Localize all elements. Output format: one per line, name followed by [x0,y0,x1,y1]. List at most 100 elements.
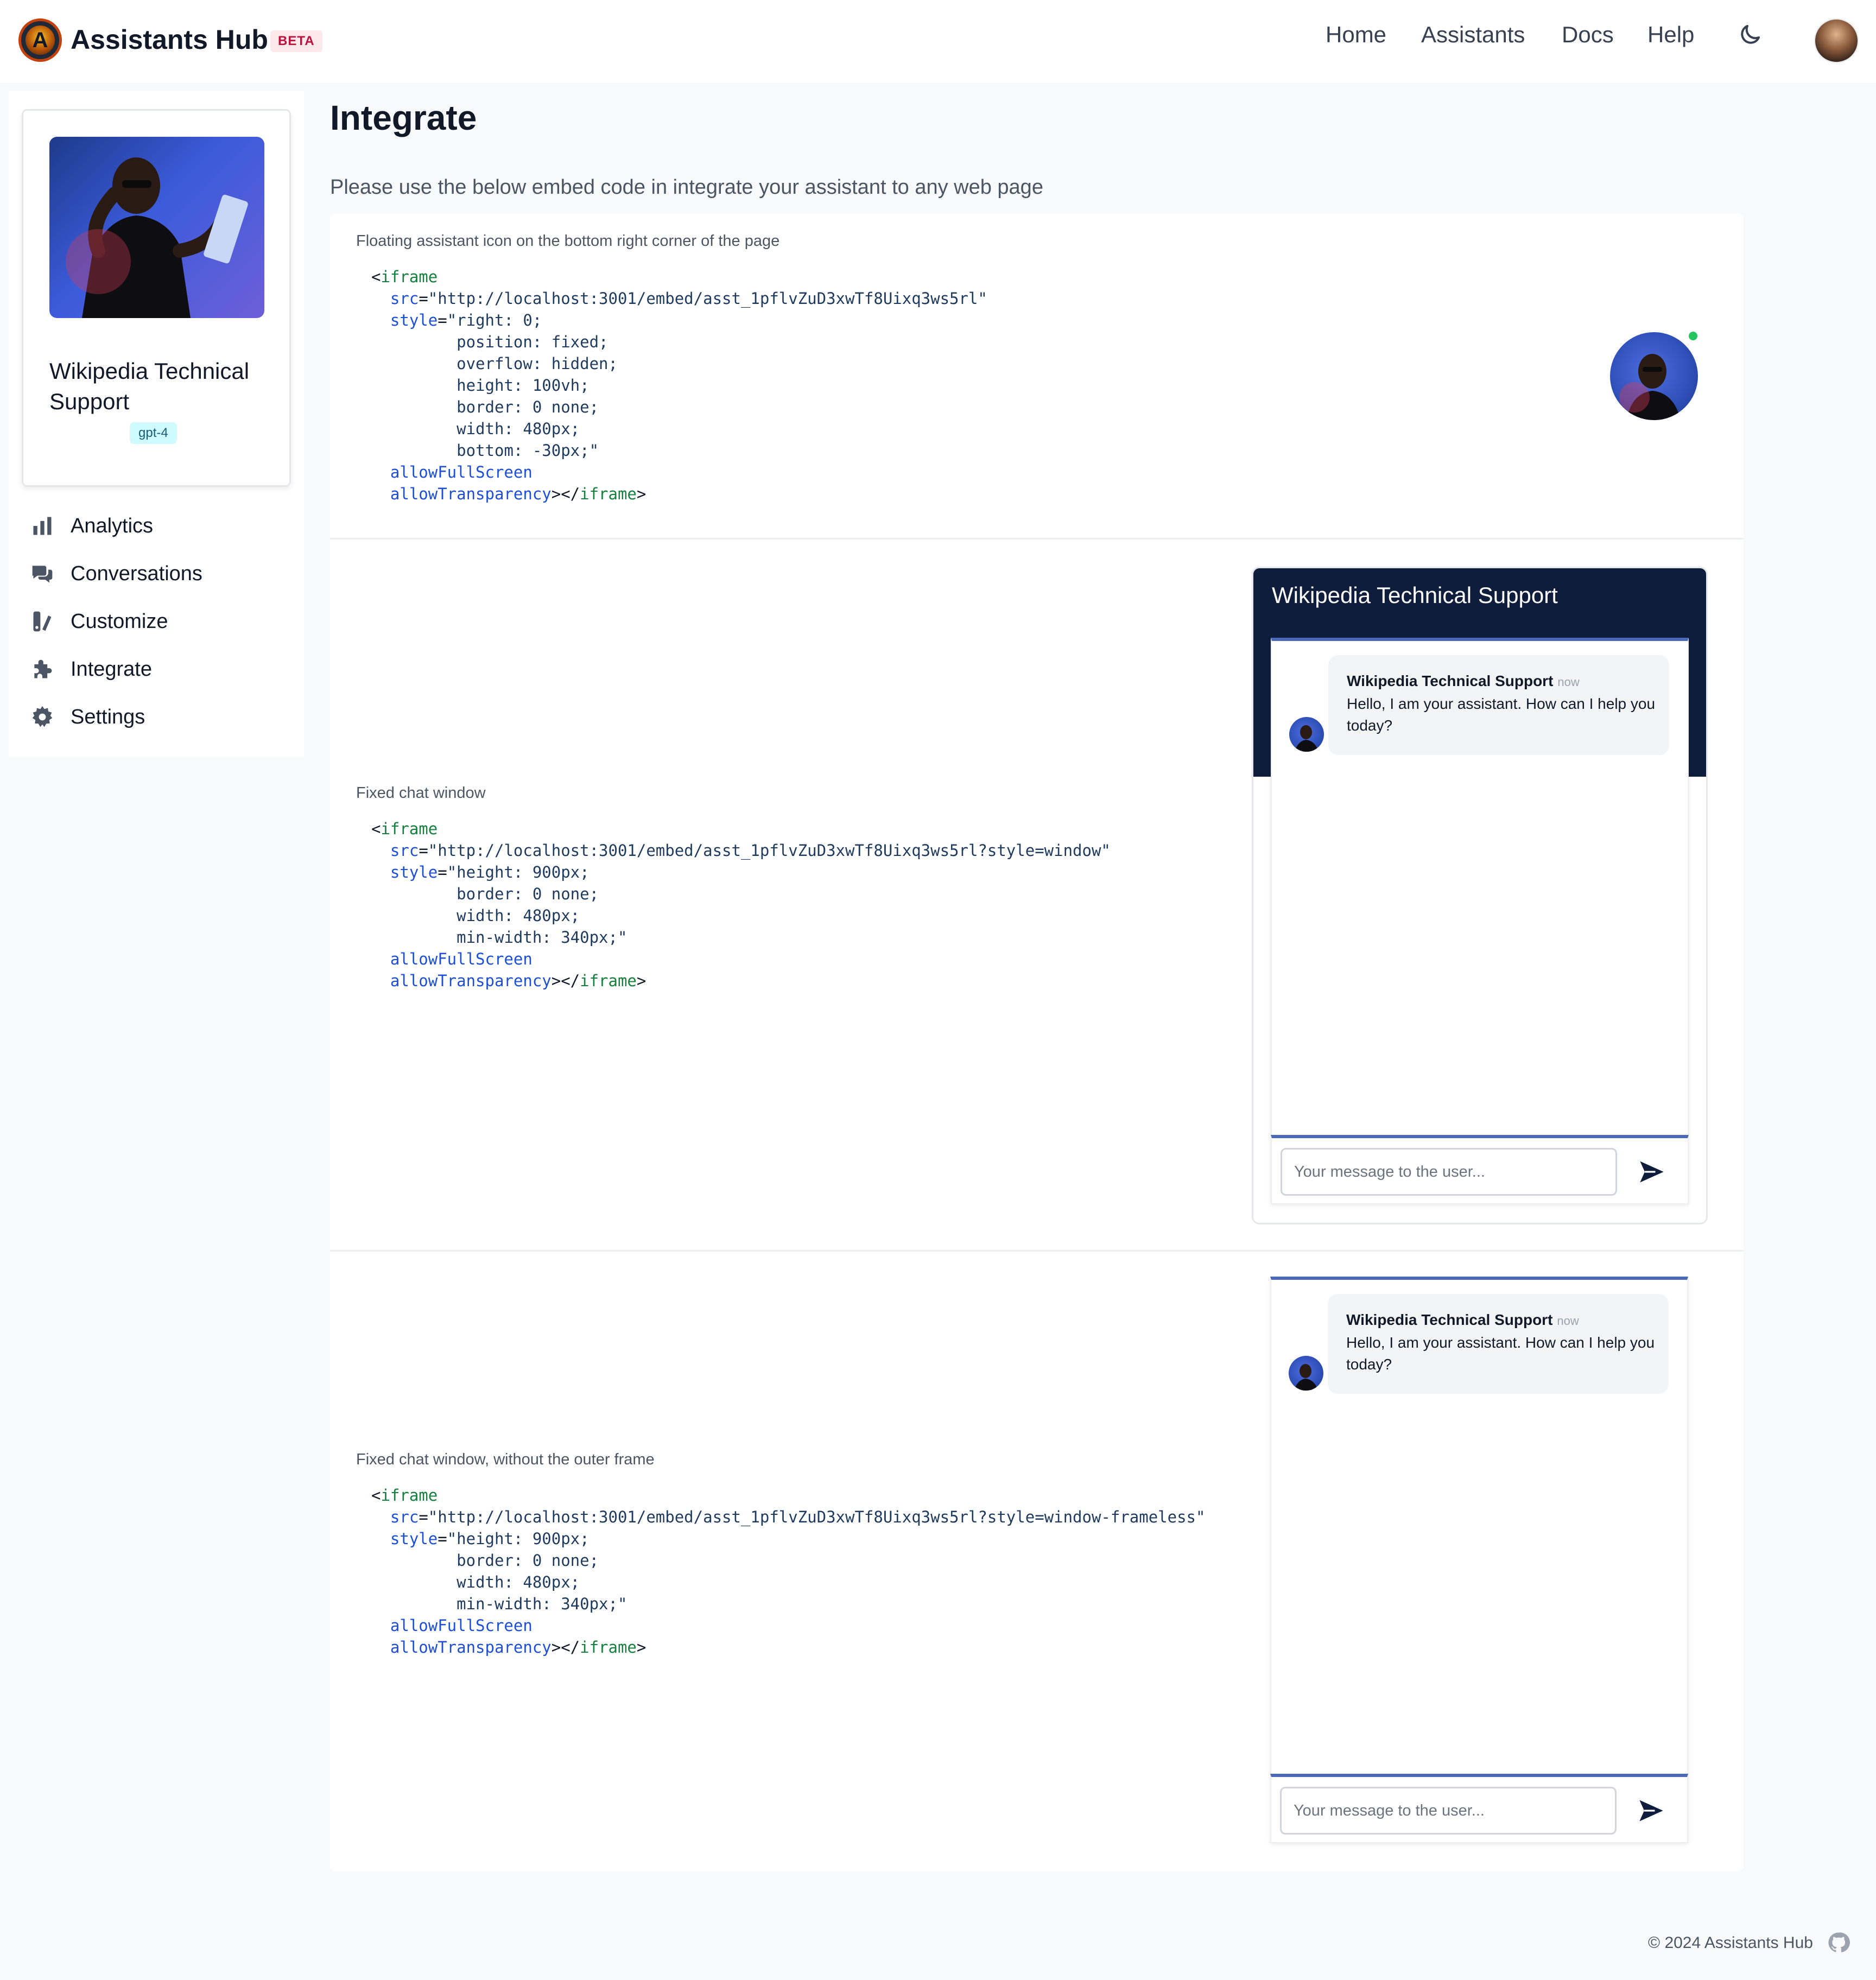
puzzle-icon [34,659,52,678]
nav-assistants[interactable]: Assistants [1421,22,1525,48]
page-title: Integrate [330,98,477,137]
code-src: "http://localhost:3001/embed/asst_1pflvZ… [428,841,1111,860]
model-badge: gpt-4 [130,422,177,444]
code-tag: iframe [580,485,637,503]
code-tag: iframe [381,268,438,286]
customize-icon [33,611,52,632]
code-style: min-width: 340px;" [457,1595,628,1613]
footer-copyright: © 2024 Assistants Hub [1648,1934,1813,1952]
brand-name[interactable]: Assistants Hub [71,24,268,55]
message-time: now [1557,675,1580,689]
message-text: Hello, I am your assistant. How can I he… [1347,695,1656,734]
beta-badge: BETA [270,30,322,52]
code-attr: allowFullScreen [390,1616,533,1635]
assistant-card: Wikipedia Technical Support gpt-4 [22,109,291,487]
chat-messages-area: Wikipedia Technical Support now Hello, I … [1271,638,1689,1136]
section-label-frameless: Fixed chat window, without the outer fra… [356,1451,655,1468]
embed-code-window[interactable]: <iframe src="http://localhost:3001/embed… [371,818,1111,992]
send-icon[interactable] [1637,1797,1665,1825]
code-src: "http://localhost:3001/embed/asst_1pflvZ… [428,1508,1206,1526]
moon-icon[interactable] [1737,22,1763,48]
code-src: "http://localhost:3001/embed/asst_1pflvZ… [428,289,987,308]
code-attr: allowTransparency [390,485,552,503]
assistant-face-illustration [1295,725,1319,752]
embed-code-floating[interactable]: <iframe src="http://localhost:3001/embed… [371,266,987,505]
code-style: width: 480px; [457,1573,580,1591]
code-style: height: 100vh; [457,376,590,395]
code-style: overflow: hidden; [457,354,618,373]
code-tag: iframe [381,820,438,838]
code-attr: allowFullScreen [390,463,533,481]
assistant-name: Wikipedia Technical Support [49,358,250,414]
assistant-face-illustration [1619,354,1681,420]
code-tag: iframe [580,1638,637,1657]
logo-a-icon: A [26,26,55,55]
nav-home[interactable]: Home [1326,22,1386,48]
nav-help[interactable]: Help [1647,22,1694,48]
assistant-face-illustration [1294,1364,1318,1391]
sidebar-item-label: Integrate [71,657,152,681]
chat-message-input[interactable]: Your message to the user... [1281,1148,1617,1196]
sidebar: Wikipedia Technical Support gpt-4 Analyt… [9,91,304,757]
code-style: min-width: 340px;" [457,928,628,947]
code-attr: style [390,1530,438,1548]
sender-name: Wikipedia Technical Support [1346,1311,1553,1328]
frameless-chat-messages-area: Wikipedia Technical Support now Hello, I … [1270,1277,1688,1775]
sidebar-item-analytics[interactable]: Analytics [30,510,153,542]
message-bubble: Wikipedia Technical Support now Hello, I … [1328,1294,1669,1394]
code-style: bottom: -30px;" [457,441,599,460]
sidebar-item-label: Conversations [71,562,202,585]
code-attr: allowTransparency [390,1638,552,1657]
frameless-chat-input-bar: Your message to the user... [1270,1774,1688,1843]
code-attr: src [390,1508,419,1526]
github-icon[interactable] [1827,1931,1850,1954]
code-style: "height: 900px; [447,863,590,881]
section-divider [330,1250,1744,1252]
sidebar-item-label: Customize [71,610,168,633]
user-avatar[interactable] [1814,18,1859,63]
code-style: border: 0 none; [457,885,599,903]
code-style: position: fixed; [457,333,609,351]
code-attr: style [390,863,438,881]
sidebar-item-settings[interactable]: Settings [30,701,145,733]
code-attr: src [390,289,419,308]
code-style: border: 0 none; [457,398,599,416]
code-attr: allowTransparency [390,972,552,990]
message-bubble: Wikipedia Technical Support now Hello, I … [1328,655,1669,755]
message-time: now [1557,1314,1579,1328]
code-style: width: 480px; [457,420,580,438]
gear-icon [32,706,53,727]
sidebar-item-label: Settings [71,705,145,728]
assistant-photo-illustration [66,157,248,318]
bar-chart-icon [33,517,52,535]
sender-name: Wikipedia Technical Support [1347,672,1554,689]
section-divider [330,538,1744,540]
assistant-avatar [1289,717,1324,752]
chat-window-preview: Wikipedia Technical Support Wikipedia Te… [1252,567,1708,1224]
top-header: A Assistants Hub BETA Home Assistants Do… [0,0,1876,83]
code-style: border: 0 none; [457,1551,599,1570]
chat-bubbles-icon [32,566,53,583]
section-label-window: Fixed chat window [356,784,486,802]
app-logo[interactable]: A [18,18,62,62]
code-attr: allowFullScreen [390,950,533,968]
floating-assistant-icon[interactable] [1610,332,1698,420]
sidebar-item-conversations[interactable]: Conversations [30,557,202,590]
sidebar-item-customize[interactable]: Customize [30,605,168,638]
message-sender: Wikipedia Technical Support now [1347,672,1580,690]
assistant-avatar [1289,1356,1323,1391]
sidebar-item-integrate[interactable]: Integrate [30,653,152,686]
assistant-photo [49,137,264,318]
code-tag: iframe [381,1486,438,1505]
send-icon[interactable] [1638,1158,1666,1186]
embed-code-frameless[interactable]: <iframe src="http://localhost:3001/embed… [371,1484,1205,1658]
message-text: Hello, I am your assistant. How can I he… [1346,1334,1655,1373]
code-style: width: 480px; [457,906,580,925]
code-attr: style [390,311,438,329]
sidebar-item-label: Analytics [71,514,154,537]
chat-input-bar: Your message to the user... [1271,1135,1689,1204]
chat-message-input[interactable]: Your message to the user... [1280,1787,1617,1835]
code-tag: iframe [580,972,637,990]
nav-docs[interactable]: Docs [1562,22,1614,48]
code-style: "right: 0; [447,311,542,329]
